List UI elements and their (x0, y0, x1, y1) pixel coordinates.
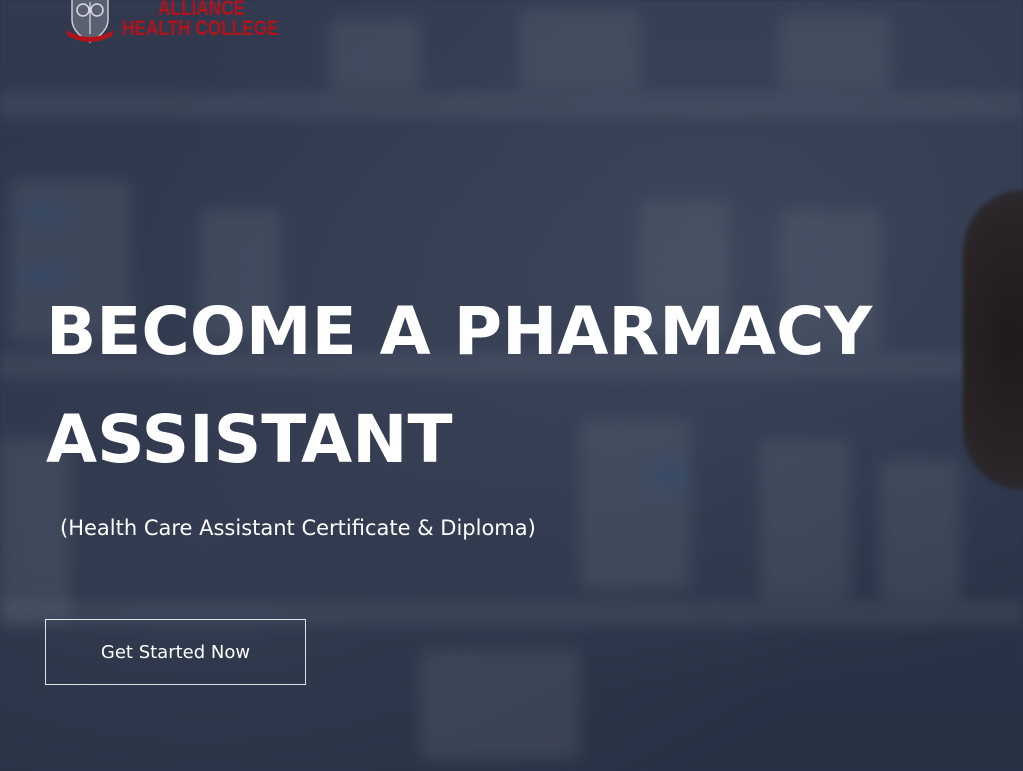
hero-headline: BECOME A PHARMACY ASSISTANT (46, 293, 873, 478)
person-silhouette (963, 190, 1023, 490)
college-crest-icon (66, 0, 114, 44)
hero-subtitle: (Health Care Assistant Certificate & Dip… (60, 516, 536, 540)
site-logo[interactable]: ALLIANCE HEALTH COLLEGE (66, 0, 313, 44)
logo-text-line2: HEALTH COLLEGE (122, 17, 279, 40)
hero-section: ALLIANCE HEALTH COLLEGE BECOME A PHARMAC… (0, 0, 1023, 771)
get-started-button[interactable]: Get Started Now (45, 619, 306, 685)
